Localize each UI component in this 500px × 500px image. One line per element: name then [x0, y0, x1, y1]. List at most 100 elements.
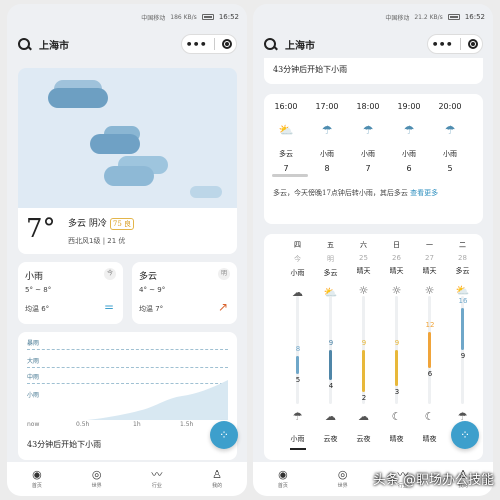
- cloud-sun-icon: ⛅: [455, 284, 470, 297]
- rain-level-label: 暴雨: [27, 340, 40, 347]
- home-icon: ◉: [278, 468, 288, 481]
- close-miniapp-icon[interactable]: [222, 39, 233, 49]
- low-temp-label: 3: [394, 388, 400, 396]
- trend-up-icon: ↗: [217, 300, 228, 314]
- night-weather: 小雨: [290, 435, 305, 443]
- aqi-badge[interactable]: 75 良: [109, 218, 135, 230]
- nav-item-home[interactable]: ◉ 首页: [32, 469, 42, 489]
- nav-item-world[interactable]: ◎ 世界: [92, 469, 102, 489]
- trend-icon: 〰: [151, 468, 163, 481]
- day-date: 26: [392, 254, 401, 262]
- carrier-text: 中国移动: [385, 14, 410, 22]
- capsule-divider: [460, 38, 462, 50]
- hour-time: 17:00: [315, 102, 339, 111]
- today-tag: 今: [104, 268, 116, 280]
- tomorrow-avg: 均温 7°: [139, 305, 164, 313]
- day-column: 四 今 小雨 ☁: [282, 240, 313, 299]
- humidity-text: 21 优: [107, 237, 126, 245]
- temp-range-bar: [296, 356, 299, 374]
- current-condition-row: 多云 阴冷 75 良: [68, 216, 135, 230]
- cloud-sun-icon: ⛅: [278, 123, 294, 137]
- day-date: 28: [458, 254, 467, 262]
- nav-label: 首页: [277, 483, 288, 489]
- nav-label: 世界: [91, 483, 102, 489]
- rain-icon: ☂: [444, 123, 456, 137]
- search-icon[interactable]: [17, 37, 31, 51]
- high-temp-label: 16: [458, 297, 468, 305]
- close-miniapp-icon[interactable]: [468, 39, 479, 49]
- rain-intensity-area: [27, 380, 228, 420]
- hour-weather: 小雨: [402, 150, 416, 158]
- hourly-desc-text: 多云，今天傍晚17点钟后转小雨，其后多云: [273, 189, 408, 197]
- x-tick: 1h: [133, 421, 141, 428]
- high-temp-label: 12: [425, 321, 435, 329]
- rain-icon: ☂: [362, 123, 374, 137]
- high-temp-label: 8: [295, 345, 301, 353]
- current-temperature: 7°: [26, 214, 56, 244]
- rain-level-label: 大雨: [27, 358, 40, 365]
- globe-icon: ◎: [91, 468, 102, 481]
- tomorrow-forecast-card[interactable]: 多云 明 4° ~ 9° 均温 7° ↗: [132, 262, 237, 324]
- hourly-forecast-card[interactable]: 16:00 ⛅ 多云 7 17:00 ☂ 小雨 8 18:00 ☂ 小雨 7 1…: [264, 94, 483, 224]
- rain-forecast-card[interactable]: 暴雨 大雨 中雨 小雨 now 0.5h 1h 1.5h 43分钟后开始下小雨: [18, 332, 237, 460]
- search-icon[interactable]: [263, 37, 277, 51]
- phone-screen-left: 中国移动 186 KB/s 16:52 上海市 ••• 7° 多云 阴冷 75 良…: [7, 4, 247, 496]
- day-weather: 晴天: [356, 267, 371, 275]
- app-header: 上海市 •••: [253, 30, 493, 58]
- hour-column: 19:00 ☂ 小雨 6: [391, 102, 427, 173]
- night-weather: 晴夜: [389, 435, 404, 443]
- day-week: 二: [459, 241, 466, 249]
- today-forecast-card[interactable]: 小雨 今 5° ~ 8° 均温 6° =: [18, 262, 123, 324]
- high-temp-label: 9: [361, 339, 367, 347]
- low-temp-label: 2: [361, 394, 367, 402]
- miniapp-capsule: •••: [181, 34, 237, 54]
- cloud-night-icon: ☁: [358, 410, 369, 423]
- hourly-description: 多云，今天傍晚17点钟后转小雨，其后多云 查看更多: [273, 186, 473, 200]
- rain-night-icon: ☂: [292, 410, 303, 423]
- low-temp-label: 6: [427, 370, 433, 378]
- nav-item-world[interactable]: ◎ 世界: [338, 469, 348, 489]
- day-weather: 多云: [455, 267, 470, 275]
- night-weather: 云夜: [356, 435, 371, 443]
- nav-label: 我的: [212, 483, 223, 489]
- fab-menu-button[interactable]: ⁘: [451, 421, 479, 449]
- rain-summary: 43分钟后开始下小雨: [273, 65, 348, 74]
- daily-forecast-card[interactable]: 四 今 小雨 ☁ 五 明 多云 ⛅ 六 25 晴天 ☼ 日 26 晴天 ☼ 一 …: [264, 234, 483, 460]
- nav-label: 世界: [337, 483, 348, 489]
- day-date: 25: [359, 254, 368, 262]
- bottom-nav: ◉ 首页 ◎ 世界 〰行业 ♙ 我的: [7, 462, 247, 496]
- x-tick: now: [27, 421, 40, 428]
- status-bar: 中国移动 186 KB/s 16:52: [7, 4, 247, 30]
- status-time: 16:52: [464, 13, 485, 21]
- day-week: 五: [327, 241, 334, 249]
- tomorrow-range: 4° ~ 9°: [139, 286, 166, 294]
- nav-item-industry[interactable]: 〰行业: [151, 469, 162, 489]
- temp-range-bar: [461, 308, 464, 350]
- more-button[interactable]: •••: [432, 38, 453, 51]
- day-date: 今: [294, 255, 301, 263]
- capsule-divider: [214, 38, 216, 50]
- nav-item-profile[interactable]: ♙ 我的: [212, 469, 222, 489]
- hour-weather: 小雨: [443, 150, 457, 158]
- low-temp-label: 9: [460, 352, 466, 360]
- fab-menu-button[interactable]: ⁘: [210, 421, 238, 449]
- hour-weather: 小雨: [320, 150, 334, 158]
- hour-temp: 8: [324, 164, 330, 173]
- nav-item-home[interactable]: ◉ 首页: [278, 469, 288, 489]
- sun-icon: ☼: [424, 284, 435, 297]
- see-more-link[interactable]: 查看更多: [410, 189, 438, 197]
- cloud-shape: [90, 134, 140, 154]
- watermark: 头条 @职场办公技能: [372, 473, 494, 488]
- rain-summary-card[interactable]: 43分钟后开始下小雨: [264, 58, 483, 84]
- city-name[interactable]: 上海市: [285, 37, 315, 52]
- more-button[interactable]: •••: [186, 38, 207, 51]
- city-name[interactable]: 上海市: [39, 37, 69, 52]
- sun-icon: ☼: [358, 284, 369, 297]
- current-condition: 多云 阴冷: [68, 219, 107, 229]
- current-weather-card[interactable]: 7° 多云 阴冷 75 良 西北风1级 | 21 优: [18, 208, 237, 254]
- status-bar: 中国移动 21.2 KB/s 16:52: [253, 4, 493, 30]
- day-week: 一: [426, 241, 433, 249]
- temp-range-bar: [362, 350, 365, 392]
- moon-icon: ☾: [391, 410, 402, 423]
- cloud-shape: [190, 186, 222, 198]
